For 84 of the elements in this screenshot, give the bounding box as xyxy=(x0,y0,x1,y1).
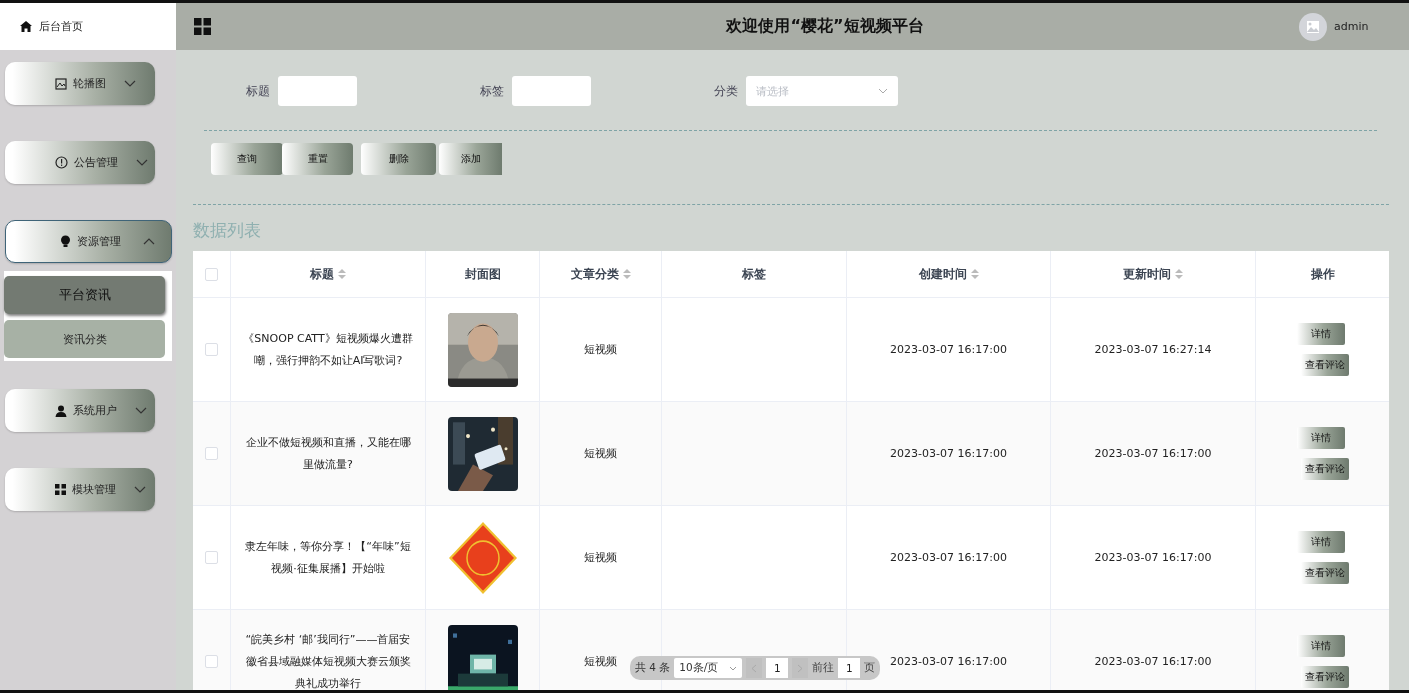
input-field[interactable] xyxy=(512,76,591,106)
previous-page-button[interactable] xyxy=(746,658,763,678)
next-page-button[interactable] xyxy=(792,658,809,678)
submenu-item[interactable]: 平台资讯 xyxy=(4,276,165,314)
sort-icon xyxy=(970,269,979,279)
updated-time: 2023-03-07 16:27:14 xyxy=(1094,343,1212,356)
row-action-button[interactable]: 详情 xyxy=(1296,323,1345,345)
title-text: “皖美乡村 ‘邮’我同行”——首届安徽省县域融媒体短视频大赛云颁奖典礼成功举行 xyxy=(244,631,412,690)
column-header: 封面图 xyxy=(464,265,501,283)
sort-icon xyxy=(622,269,631,279)
created-time: 2023-03-07 16:17:00 xyxy=(890,655,1007,668)
action-button[interactable]: 删除 xyxy=(361,143,436,175)
chevron-up-icon xyxy=(143,238,155,245)
title-text: 企业不做短视频和直播，又能在哪里做流量? xyxy=(244,434,412,473)
action-button[interactable]: 重置 xyxy=(282,143,353,175)
goto-label: 前往 xyxy=(812,661,835,675)
chevron-down-icon xyxy=(134,486,146,493)
title-text: 《SNOOP CATT》短视频爆火遭群嘲，强行押韵不如让AI写歌词? xyxy=(242,330,414,369)
column-header[interactable]: 创建时间 xyxy=(918,265,967,283)
updated-time: 2023-03-07 16:17:00 xyxy=(1094,655,1212,668)
field-label: 标题 xyxy=(245,82,270,100)
field-label: 分类 xyxy=(713,82,738,100)
section-title: 数据列表 xyxy=(193,219,262,242)
page-title: 欢迎使用“樱花”短视频平台 xyxy=(725,16,925,37)
column-header: 操作 xyxy=(1310,265,1335,283)
row-action-button[interactable]: 查看评论 xyxy=(1300,666,1349,688)
row-action-button[interactable]: 详情 xyxy=(1296,531,1345,553)
chevron-down-icon xyxy=(878,88,888,94)
checkbox[interactable] xyxy=(205,551,218,564)
sort-icon xyxy=(1175,269,1183,279)
submenu-item[interactable]: 资讯分类 xyxy=(4,320,165,358)
row-action-button[interactable]: 查看评论 xyxy=(1300,458,1349,480)
home-label: 后台首页 xyxy=(39,19,83,34)
checkbox[interactable] xyxy=(205,655,218,668)
page-number[interactable]: 1 xyxy=(766,658,789,678)
row-action-button[interactable]: 查看评论 xyxy=(1300,562,1349,584)
action-button[interactable]: 添加 xyxy=(439,143,502,175)
chevron-down-icon xyxy=(124,80,136,87)
row-action-button[interactable]: 查看评论 xyxy=(1300,354,1349,376)
home-menu-item[interactable]: 后台首页 xyxy=(0,3,176,50)
created-time: 2023-03-07 16:17:00 xyxy=(890,447,1007,460)
action-button[interactable]: 查询 xyxy=(211,143,283,175)
column-header[interactable]: 更新时间 xyxy=(1123,265,1171,283)
column-header[interactable]: 文章分类 xyxy=(570,265,619,283)
field-label: 标签 xyxy=(479,82,504,100)
user-icon xyxy=(55,404,67,417)
sort-icon xyxy=(338,269,346,279)
column-header: 标签 xyxy=(742,265,766,283)
alert-circle-icon xyxy=(55,156,68,169)
created-time: 2023-03-07 16:17:00 xyxy=(890,551,1007,564)
row-action-button[interactable]: 详情 xyxy=(1296,635,1345,657)
chevron-down-icon xyxy=(136,159,148,166)
user-name: admin xyxy=(1334,20,1369,33)
category-text: 短视频 xyxy=(584,550,617,565)
category-text: 短视频 xyxy=(584,654,617,669)
page-suffix: 页 xyxy=(864,661,876,675)
updated-time: 2023-03-07 16:17:00 xyxy=(1094,447,1212,460)
menu-icon xyxy=(194,18,211,35)
category-text: 短视频 xyxy=(584,342,617,357)
checkbox[interactable] xyxy=(205,447,218,460)
chevron-down-icon xyxy=(729,665,738,671)
sidebar-menu-item[interactable]: 公告管理 xyxy=(5,141,155,184)
avatar-icon xyxy=(1299,12,1327,41)
created-time: 2023-03-07 16:17:00 xyxy=(890,343,1007,356)
sidebar-menu-item[interactable]: 轮播图 xyxy=(5,62,155,105)
sidebar-menu-item[interactable]: 模块管理 xyxy=(5,468,155,511)
input-field[interactable] xyxy=(278,76,357,106)
page-size-select[interactable]: 10条/页 xyxy=(674,658,743,678)
sidebar-menu-item[interactable]: 系统用户 xyxy=(5,389,155,432)
checkbox[interactable] xyxy=(205,267,218,281)
grid-icon xyxy=(55,484,66,495)
home-icon xyxy=(20,21,32,32)
chevron-down-icon xyxy=(135,407,147,414)
row-action-button[interactable]: 详情 xyxy=(1296,427,1345,449)
category-text: 短视频 xyxy=(584,446,617,461)
light-bulb-icon xyxy=(60,235,71,248)
sidebar-menu-item[interactable]: 资源管理 xyxy=(5,220,172,263)
title-text: 隶左年味，等你分享！【“年味”短视频·征集展播】开始啦 xyxy=(244,538,412,577)
goto-page-field[interactable]: 1 xyxy=(838,658,861,678)
image-icon xyxy=(55,77,67,90)
checkbox[interactable] xyxy=(205,343,218,356)
column-header[interactable]: 标题 xyxy=(310,265,334,283)
total-count: 共 4 条 xyxy=(635,661,671,675)
updated-time: 2023-03-07 16:17:00 xyxy=(1094,551,1212,564)
